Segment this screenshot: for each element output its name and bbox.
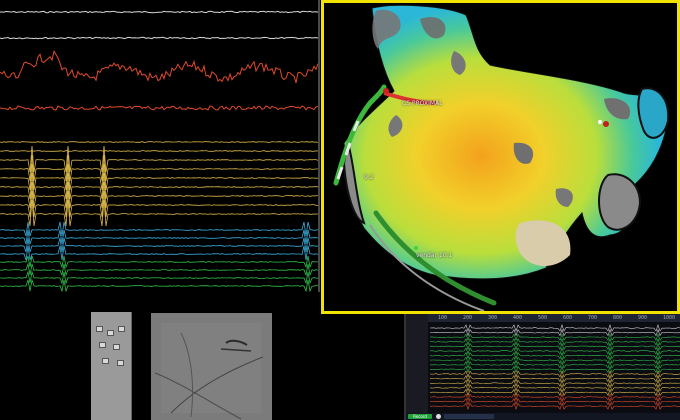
panel-divider [318, 0, 320, 292]
egm-trace [0, 105, 319, 111]
egm-trace [0, 190, 319, 218]
egm-trace [0, 163, 318, 191]
mini-trace [429, 328, 680, 337]
egm-trace [0, 278, 319, 293]
mini-trace [429, 379, 680, 388]
ablation-point [598, 120, 602, 124]
mini-trace [429, 356, 680, 365]
valve-ring-right [598, 173, 642, 231]
fluoro-control-button[interactable] [99, 342, 106, 348]
mini-trace [429, 397, 680, 406]
egm-trace [0, 50, 319, 84]
egm-trace [0, 145, 319, 173]
anatomy-map [333, 4, 670, 311]
ablation-point [414, 246, 418, 250]
fluoro-control-button[interactable] [117, 360, 124, 366]
electroanatomic-map-viewport[interactable]: CS PROXIMAL 9.2 vendar 10.1 [321, 0, 680, 314]
mini-trace [429, 342, 680, 351]
egm-trace [0, 262, 319, 277]
mini-trace [429, 374, 680, 383]
electrogram-traces [0, 10, 319, 293]
egm-trace [0, 237, 319, 253]
mini-trace [429, 393, 680, 401]
ablation-point [603, 121, 609, 127]
egm-trace [0, 181, 319, 209]
mini-trace [429, 383, 680, 392]
egm-trace [0, 36, 319, 40]
mini-trace [429, 388, 680, 397]
mini-trace [430, 402, 680, 411]
ablation-point [383, 88, 389, 94]
record-button[interactable]: Record [408, 414, 432, 419]
egm-trace [0, 229, 319, 245]
egm-trace [0, 221, 319, 237]
status-field [444, 414, 494, 419]
egm-trace [0, 154, 319, 182]
egm-trace [0, 245, 319, 261]
electrogram-panel[interactable] [0, 0, 322, 293]
fluoro-control-button[interactable] [118, 326, 125, 332]
recording-system-display[interactable]: 100 200 300 400 500 600 700 800 900 1000 Record [404, 314, 680, 420]
map-annotation: 9.2 [364, 174, 374, 181]
egm-trace [0, 150, 319, 152]
mini-trace [429, 360, 680, 369]
egm-trace [0, 255, 318, 269]
mini-traces [429, 324, 680, 411]
fluoro-control-button[interactable] [107, 330, 114, 336]
egm-trace [0, 141, 319, 143]
mini-trace [429, 347, 680, 355]
gear-icon[interactable] [436, 414, 441, 419]
ep-workstation-screen: CS PROXIMAL 9.2 vendar 10.1 100 200 300 400… [0, 0, 680, 420]
egm-trace [0, 172, 319, 200]
fluoro-render [151, 313, 272, 420]
mini-trace [429, 370, 680, 378]
map-annotation: CS PROXIMAL [402, 100, 443, 107]
egm-trace [0, 199, 319, 227]
valve-ring-upper [637, 87, 670, 139]
mini-trace [429, 365, 680, 374]
map-annotation: vendar 10.1 [416, 252, 453, 259]
fluoro-control-button[interactable] [102, 358, 109, 364]
mini-trace [429, 351, 680, 360]
fluoro-control-button[interactable] [113, 344, 120, 350]
mini-trace [429, 333, 680, 342]
fluoro-control-strip[interactable] [91, 312, 132, 420]
fluoroscopy-image [151, 313, 272, 420]
mini-trace [429, 337, 680, 346]
fluoro-control-button[interactable] [96, 326, 103, 332]
egm-trace [0, 270, 319, 285]
mini-trace [429, 324, 680, 332]
egm-trace [0, 10, 319, 14]
